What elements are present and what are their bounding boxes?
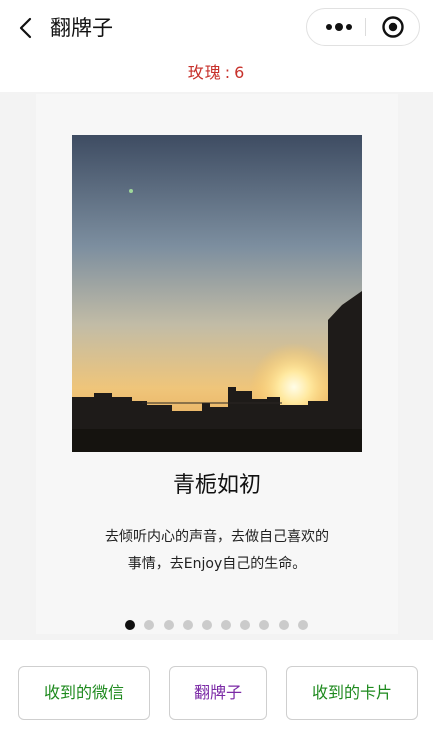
card-description-line: 事情，去Enjoy自己的生命。: [127, 556, 307, 572]
received-cards-button[interactable]: 收到的卡片: [286, 666, 418, 720]
card-description-line: 去倾听内心的声音，去做自己喜欢的: [105, 529, 329, 545]
pagination-dot[interactable]: [163, 620, 174, 630]
page-title: 翻牌子: [50, 16, 113, 40]
target-close-icon: [382, 16, 404, 38]
card-description: 去倾听内心的声音，去做自己喜欢的 事情，去Enjoy自己的生命。: [36, 524, 398, 578]
pagination-dot[interactable]: [297, 620, 308, 630]
more-button[interactable]: [315, 9, 363, 45]
card-carousel[interactable]: 青栀如初 去倾听内心的声音，去做自己喜欢的 事情，去Enjoy自己的生命。: [0, 92, 433, 640]
pagination-dots: [0, 618, 433, 632]
rose-count: 玫瑰:6: [0, 56, 433, 90]
navigation-bar: 翻牌子: [0, 0, 433, 56]
rose-separator: :: [224, 63, 232, 82]
rose-count-value: 6: [234, 63, 246, 82]
more-dots-icon: [326, 23, 352, 31]
pagination-dot[interactable]: [182, 620, 193, 630]
rose-label: 玫瑰: [187, 63, 222, 82]
pagination-dot[interactable]: [278, 620, 289, 630]
card-title: 青栀如初: [172, 473, 261, 498]
pagination-dot[interactable]: [125, 620, 136, 630]
mini-program-capsule: [306, 8, 420, 46]
pagination-dot[interactable]: [221, 620, 232, 630]
received-wechat-button[interactable]: 收到的微信: [18, 666, 150, 720]
pagination-dot[interactable]: [201, 620, 212, 630]
chevron-left-icon: [19, 17, 32, 39]
flip-card[interactable]: 青栀如初 去倾听内心的声音，去做自己喜欢的 事情，去Enjoy自己的生命。: [36, 94, 398, 634]
capsule-divider: [365, 18, 366, 36]
back-button[interactable]: [14, 14, 38, 42]
close-mini-program-button[interactable]: [369, 9, 417, 45]
bottom-action-bar: 收到的微信 翻牌子 收到的卡片: [0, 640, 433, 744]
pagination-dot[interactable]: [144, 620, 155, 630]
pagination-dot[interactable]: [259, 620, 270, 630]
flip-card-button[interactable]: 翻牌子: [169, 666, 267, 720]
pagination-dot[interactable]: [240, 620, 251, 630]
card-photo: [72, 135, 362, 452]
